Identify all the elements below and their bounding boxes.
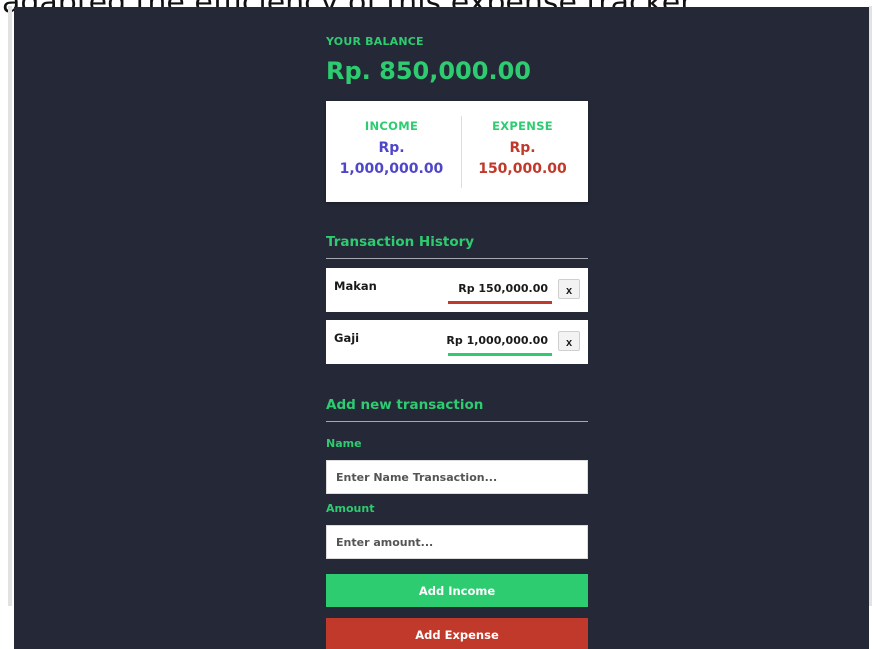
delete-transaction-button[interactable]: x (558, 279, 580, 299)
add-income-button[interactable]: Add Income (326, 574, 588, 607)
amount-label: Amount (326, 502, 375, 515)
history-title: Transaction History (326, 234, 588, 259)
income-amount-value: 1,000,000.00 (339, 161, 444, 177)
expense-amount-prefix: Rp. (509, 140, 536, 156)
expense-tracker-app: YOUR BALANCE Rp. 850,000.00 INCOME Rp. 1… (14, 7, 869, 649)
balance-value: Rp. 850,000.00 (326, 57, 531, 85)
expense-amount: Rp. 150,000.00 (457, 138, 588, 180)
window-edge-right (869, 6, 872, 606)
income-summary: INCOME Rp. 1,000,000.00 (326, 101, 457, 202)
name-label: Name (326, 437, 362, 450)
income-amount: Rp. 1,000,000.00 (326, 138, 457, 180)
transaction-amount: Rp 1,000,000.00 (446, 334, 548, 347)
name-input[interactable] (326, 460, 588, 494)
expense-indicator-bar (448, 301, 552, 304)
expense-summary: EXPENSE Rp. 150,000.00 (457, 101, 588, 202)
expense-amount-value: 150,000.00 (478, 161, 567, 177)
transaction-name: Makan (334, 279, 377, 293)
add-expense-button[interactable]: Add Expense (326, 618, 588, 649)
transaction-item: Makan Rp 150,000.00 x (326, 268, 588, 312)
delete-transaction-button[interactable]: x (558, 331, 580, 351)
transaction-item: Gaji Rp 1,000,000.00 x (326, 320, 588, 364)
expense-title: EXPENSE (492, 119, 553, 133)
window-edge-left (8, 6, 12, 606)
balance-label: YOUR BALANCE (326, 35, 424, 48)
add-transaction-title: Add new transaction (326, 397, 588, 422)
transaction-amount: Rp 150,000.00 (458, 282, 548, 295)
amount-input[interactable] (326, 525, 588, 559)
income-title: INCOME (364, 119, 419, 133)
income-amount-prefix: Rp. (378, 140, 405, 156)
income-expense-summary: INCOME Rp. 1,000,000.00 EXPENSE Rp. 150,… (326, 101, 588, 202)
transaction-name: Gaji (334, 331, 360, 345)
income-indicator-bar (448, 353, 552, 356)
